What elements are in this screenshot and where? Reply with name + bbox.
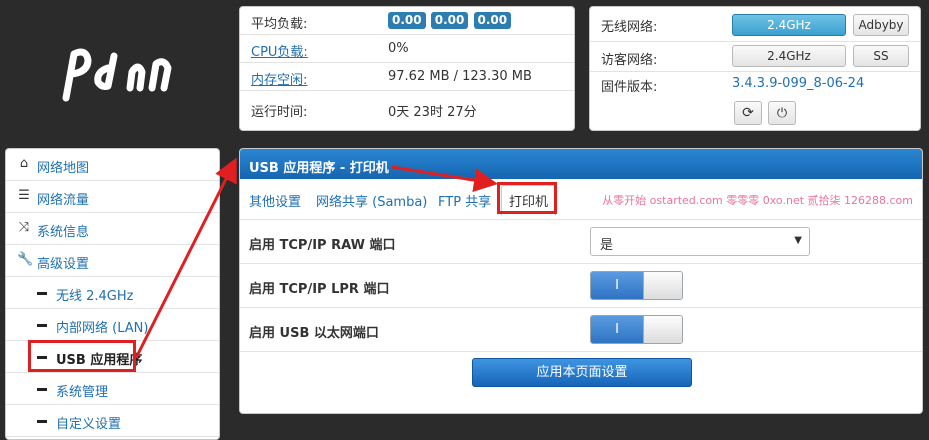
load-values: 0.00 0.00 0.00 [388,12,512,29]
sidebar-item-advanced[interactable]: 🔧 高级设置 [6,245,219,277]
dash-icon [37,292,47,295]
refresh-icon: ⟳ [742,105,754,121]
raw-port-label: 启用 TCP/IP RAW 端口 [249,238,396,253]
usb-ethernet-toggle[interactable]: I [590,315,683,344]
guest-ssid-button[interactable]: SS [853,45,909,67]
sidebar-item-lan[interactable]: 内部网络 (LAN) [6,309,219,341]
power-button[interactable]: ⏻ [768,101,796,125]
load-1min-badge: 0.00 [388,12,426,29]
firmware-row: 固件版本: 3.4.3.9-099_8-06-24 ⟳ ⏻ [590,72,920,130]
dash-icon [37,420,47,423]
lpr-port-toggle[interactable]: I [590,271,683,300]
watermark-text: 从零开始 ostarted.com 零零零 0xo.net 贰拾柒 126288… [602,194,913,207]
usb-ethernet-label: 启用 USB 以太网端口 [249,326,379,341]
toggle-on-indicator: I [591,272,643,299]
panel-header: USB 应用程序 - 打印机 [240,149,922,179]
memory-link[interactable]: 内存空闲: [251,69,307,88]
refresh-button[interactable]: ⟳ [734,101,762,125]
dash-icon [37,324,47,327]
sidebar-item-label: 内部网络 (LAN) [56,321,149,336]
load-5min-badge: 0.00 [430,12,469,29]
lpr-port-row: 启用 TCP/IP LPR 端口 I [240,264,922,308]
cpu-value: 0% [388,41,409,56]
guest-label: 访客网络: [601,53,658,68]
uptime-value: 0天 23时 27分 [388,105,477,120]
dash-icon [37,388,47,391]
sidebar-item-label: 网络流量 [37,193,90,208]
tab-ftp[interactable]: FTP 共享 [438,191,491,210]
raw-port-select[interactable]: 是 ▼ [590,227,810,256]
raw-port-row: 启用 TCP/IP RAW 端口 是 ▼ [240,220,922,264]
sidebar-item-traffic[interactable]: ☰ 网络流量 [6,181,219,213]
sidebar-item-custom[interactable]: 自定义设置 [6,405,219,437]
wrench-icon: 🔧 [17,252,34,267]
wireless-row: 无线网络: 2.4GHz Adbyby [590,7,920,42]
load-label: 平均负载: [251,17,308,32]
usb-ethernet-row: 启用 USB 以太网端口 I [240,308,922,352]
sidebar-item-label: 系统信息 [37,225,90,240]
uptime-row: 运行时间: 0天 23时 27分 [240,95,574,122]
memory-value: 97.62 MB / 123.30 MB [388,69,532,84]
highlight-usb-apps [28,340,136,372]
sidebar-item-network-map[interactable]: ⌂ 网络地图 [6,149,219,181]
page-title: USB 应用程序 - 打印机 [249,161,389,176]
traffic-icon: ☰ [18,188,30,203]
tab-other-settings[interactable]: 其他设置 [249,191,301,210]
highlight-printer-tab [497,182,557,214]
wireless-label: 无线网络: [601,20,658,35]
sidebar-item-wireless-2g[interactable]: 无线 2.4GHz [6,277,219,309]
usb-printer-panel: USB 应用程序 - 打印机 其他设置 网络共享 (Samba) FTP 共享 … [239,148,923,414]
dropdown-arrow-icon: ▼ [794,235,802,246]
toggle-on-indicator: I [591,316,643,343]
load-15min-badge: 0.00 [473,12,512,29]
tab-samba[interactable]: 网络共享 (Samba) [316,191,427,210]
sidebar-item-system-info[interactable]: ⤨ 系统信息 [6,213,219,245]
firmware-version: 3.4.3.9-099_8-06-24 [732,76,865,91]
lpr-port-label: 启用 TCP/IP LPR 端口 [249,282,390,297]
sidebar-item-system-admin[interactable]: 系统管理 [6,373,219,405]
sidebar-item-label: 无线 2.4GHz [56,289,134,304]
load-row: 平均负载: 0.00 0.00 0.00 [240,7,574,35]
uptime-label: 运行时间: [251,105,308,120]
sidebar-item-label: 自定义设置 [56,417,122,432]
network-status-panel: 无线网络: 2.4GHz Adbyby 访客网络: 2.4GHz SS 固件版本… [589,6,921,131]
home-icon: ⌂ [19,156,29,171]
sidebar-item-label: 网络地图 [37,161,90,176]
guest-2g-button[interactable]: 2.4GHz [732,45,846,67]
system-stats-panel: 平均负载: 0.00 0.00 0.00 CPU负载: 0% 内存空闲: 97.… [239,6,575,131]
wireless-ssid-button[interactable]: Adbyby [853,14,909,36]
sidebar-item-label: 高级设置 [37,257,90,272]
sidebar-item-label: 系统管理 [56,385,109,400]
memory-row: 内存空闲: 97.62 MB / 123.30 MB [240,63,574,91]
wireless-2g-button[interactable]: 2.4GHz [732,14,846,36]
toggle-knob [643,316,682,343]
raw-port-selected: 是 [600,238,614,253]
tab-bar: 其他设置 网络共享 (Samba) FTP 共享 打印机 从零开始 ostart… [240,179,922,220]
power-icon: ⏻ [776,106,788,121]
firmware-label: 固件版本: [601,80,658,95]
apply-settings-button[interactable]: 应用本页面设置 [472,358,692,387]
shuffle-icon: ⤨ [18,220,30,235]
cpu-row: CPU负载: 0% [240,35,574,63]
sidebar-nav: ⌂ 网络地图 ☰ 网络流量 ⤨ 系统信息 🔧 高级设置 无线 2.4GHz 内部… [5,148,220,440]
cpu-link[interactable]: CPU负载: [251,41,308,60]
logo [62,48,172,102]
guest-row: 访客网络: 2.4GHz SS [590,42,920,72]
toggle-knob [643,272,682,299]
